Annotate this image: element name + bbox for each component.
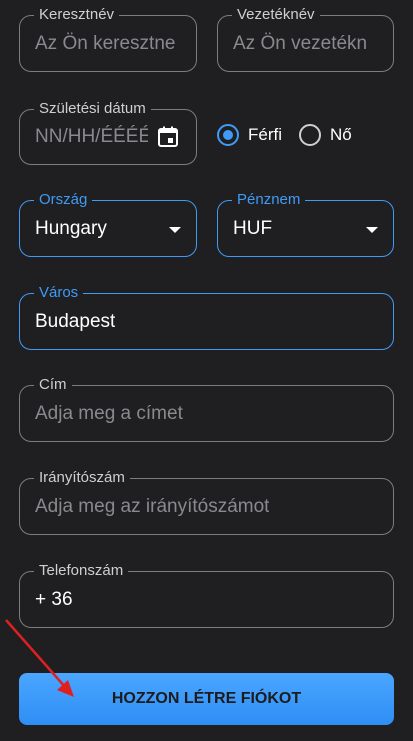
create-account-button[interactable]: HOZZON LÉTRE FIÓKOT	[19, 673, 394, 725]
birth-date-placeholder: NN/HH/ÉÉÉÉ	[35, 126, 148, 147]
calendar-icon[interactable]	[156, 125, 180, 149]
city-field[interactable]: Város Budapest	[19, 283, 394, 350]
phone-field[interactable]: Telefonszám + 36	[19, 561, 394, 628]
currency-select[interactable]: Pénznem HUF	[217, 190, 394, 257]
create-account-label: HOZZON LÉTRE FIÓKOT	[111, 690, 302, 707]
currency-value: HUF	[233, 217, 273, 239]
gender-radio-female[interactable]: Nő	[299, 124, 352, 146]
gender-radio-male[interactable]: Férfi	[217, 124, 282, 146]
address-placeholder: Adja meg a címet	[35, 402, 183, 424]
gender-male-label: Férfi	[248, 125, 282, 144]
radio-unselected-icon	[299, 124, 321, 146]
country-value: Hungary	[35, 217, 107, 239]
chevron-down-icon	[366, 226, 378, 233]
zip-field[interactable]: Irányítószám Adja meg az irányítószámot	[19, 468, 394, 535]
country-select[interactable]: Ország Hungary	[19, 190, 197, 257]
birth-date-field[interactable]: Születési dátum NN/HH/ÉÉÉÉ	[19, 99, 197, 165]
first-name-placeholder: Az Ön keresztne	[35, 32, 176, 54]
phone-value: + 36	[35, 588, 73, 610]
chevron-down-icon	[169, 226, 181, 233]
radio-selected-icon	[217, 124, 239, 146]
first-name-field[interactable]: Keresztnév Az Ön keresztne	[19, 5, 197, 72]
address-field[interactable]: Cím Adja meg a címet	[19, 375, 394, 442]
city-value: Budapest	[35, 310, 116, 332]
last-name-placeholder: Az Ön vezetékn	[233, 32, 368, 54]
gender-female-label: Nő	[330, 125, 352, 144]
last-name-field[interactable]: Vezetéknév Az Ön vezetékn	[217, 5, 394, 72]
zip-placeholder: Adja meg az irányítószámot	[35, 495, 270, 517]
